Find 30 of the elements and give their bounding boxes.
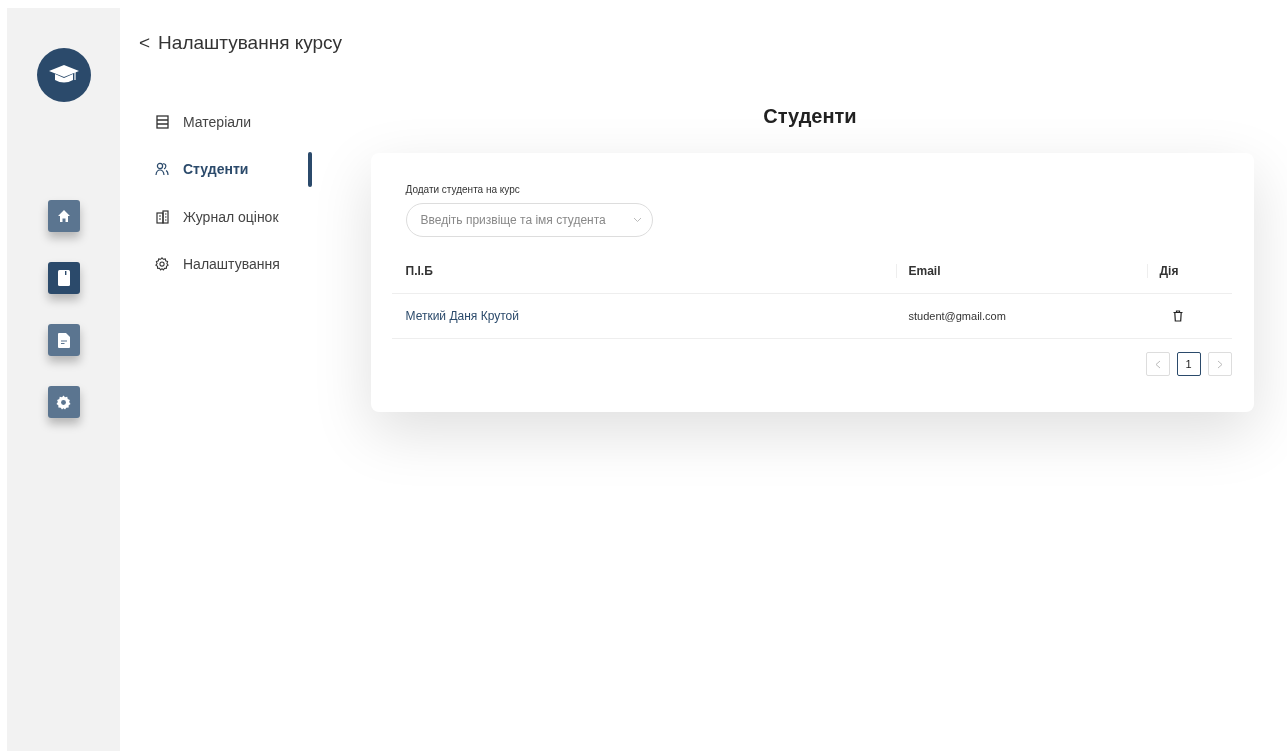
list-icon [155, 114, 169, 129]
chevron-left-icon [1154, 359, 1161, 369]
document-icon [57, 332, 70, 348]
chevron-right-icon [1216, 359, 1223, 369]
column-header: Email [895, 263, 1147, 278]
home-nav-button[interactable] [47, 200, 80, 232]
column-header: Дія [1146, 263, 1232, 278]
graduation-cap-logo [36, 48, 91, 102]
column-header: П.І.Б [404, 263, 434, 278]
building-icon [155, 209, 169, 224]
book-icon [57, 270, 70, 286]
menu-item[interactable]: Журнал оцінок [139, 199, 305, 234]
book-nav-button[interactable] [47, 262, 80, 294]
home-icon [56, 209, 71, 223]
menu-item[interactable]: Матеріали [139, 104, 305, 139]
settings-nav-button[interactable] [47, 386, 80, 418]
settings-icon [56, 394, 71, 410]
delete-icon[interactable] [1172, 310, 1183, 322]
section-heading: Студенти [763, 104, 857, 128]
chevron-down-icon [632, 217, 642, 223]
back-button[interactable]: < [139, 32, 151, 54]
document-nav-button[interactable] [47, 324, 80, 356]
page-title: Налаштування курсу [158, 32, 343, 54]
student-name-link[interactable]: Меткий Даня Крутой [405, 309, 519, 323]
field-label: Додати студента на курс [405, 184, 520, 195]
menu-item[interactable]: Налаштування [139, 246, 305, 282]
people-icon [155, 162, 169, 176]
gear-icon [155, 257, 169, 271]
page-button[interactable]: 1 [1176, 352, 1201, 376]
email-text: student@gmail.com [908, 310, 1006, 322]
